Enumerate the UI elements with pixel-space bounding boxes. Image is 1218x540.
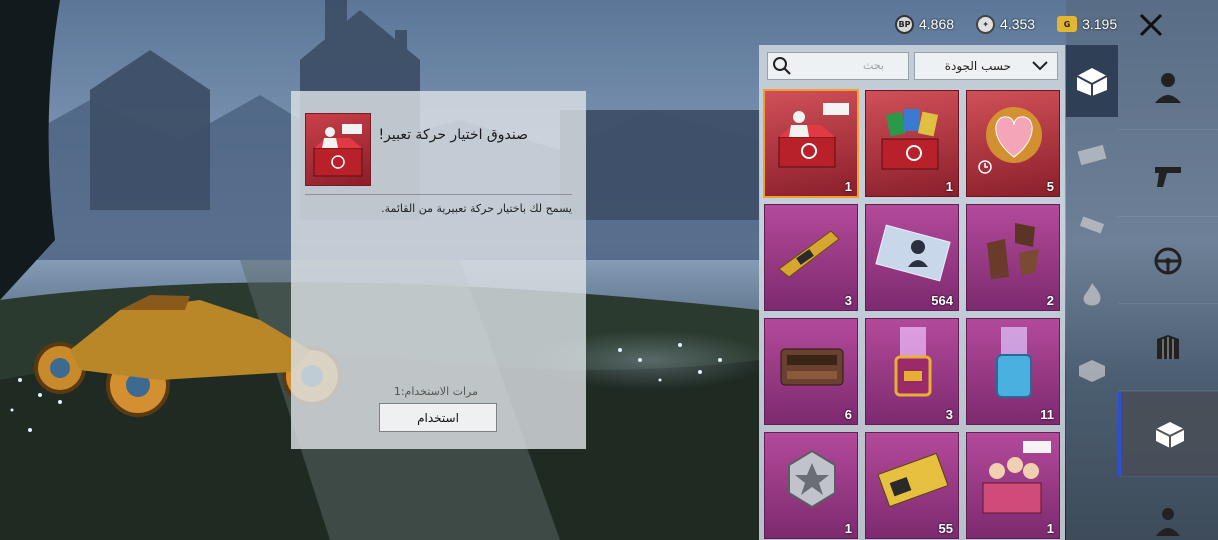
- item-thumbnail: [305, 113, 371, 186]
- close-button[interactable]: [1133, 7, 1169, 43]
- divider: [305, 194, 572, 195]
- item-count: 564: [931, 293, 953, 308]
- box-icon: [1079, 360, 1105, 382]
- item-tile-card-crate[interactable]: 1: [865, 90, 959, 197]
- subcategory-tickets[interactable]: [1066, 130, 1118, 180]
- item-tile-armor-set[interactable]: 2: [966, 204, 1060, 311]
- tab-outfits[interactable]: [1118, 479, 1218, 540]
- item-tile-rename-card[interactable]: 564: [865, 204, 959, 311]
- item-count: 6: [844, 407, 852, 422]
- tab-character[interactable]: [1118, 45, 1218, 130]
- flame-icon: [1083, 283, 1101, 306]
- item-tile-character-crate[interactable]: 1: [966, 432, 1060, 539]
- rename-card-icon: [875, 224, 951, 282]
- tab-inventory[interactable]: [1118, 392, 1218, 477]
- item-grid: 1 1 5 3 564 2 6 3 11 1 55 1: [763, 89, 1060, 539]
- item-description: يسمح لك باختيار حركة تعبيرية من القائمة.: [381, 202, 572, 215]
- heart-emblem-icon: [978, 107, 1042, 174]
- item-count: 3: [844, 293, 852, 308]
- armor-set-icon: [987, 223, 1039, 279]
- item-tile-heart-emblem[interactable]: 5: [966, 90, 1060, 197]
- item-count: 1: [945, 179, 953, 194]
- item-tile-silver-badge[interactable]: 1: [764, 432, 858, 539]
- card-crate-icon: [881, 109, 939, 170]
- outfit-icon: [1156, 508, 1180, 536]
- search-placeholder: بحث: [863, 59, 884, 72]
- gold-gun-icon: [778, 230, 840, 278]
- currency-ag: G 3.195: [1057, 16, 1117, 32]
- category-tabs: [1118, 45, 1218, 540]
- subcategory-boxes[interactable]: [1066, 345, 1118, 395]
- emote-crate-icon: [778, 103, 849, 168]
- search-input[interactable]: بحث: [767, 52, 909, 80]
- subcategory-column: [1066, 45, 1118, 540]
- uses-row: مرات الاستخدام: 1: [394, 385, 478, 398]
- item-count: 5: [1046, 179, 1054, 194]
- silver-fragment-icon: ✦: [976, 14, 996, 34]
- chevron-down-icon: [1032, 61, 1048, 71]
- item-count: 3: [945, 407, 953, 422]
- currency-silver: ✦ 4.353: [976, 14, 1036, 34]
- character-icon: [1155, 73, 1181, 103]
- crate-icon: [1155, 422, 1184, 448]
- item-title: صندوق اختيار حركة تعبير!: [378, 127, 528, 143]
- emote-crate-icon: [313, 124, 363, 177]
- tab-vehicles[interactable]: [1118, 219, 1218, 304]
- item-tile-emote-crate[interactable]: 1: [763, 89, 859, 198]
- item-count: 1: [844, 521, 852, 536]
- tab-weapons[interactable]: [1118, 132, 1218, 217]
- inventory-panel: بحث حسب الجودة 1 1 5 3 564 2 6 3 11 1 55…: [759, 45, 1065, 540]
- item-count: 11: [1040, 407, 1054, 422]
- uses-label: مرات الاستخدام:: [400, 385, 478, 398]
- item-tile-glowing-capsule-purple[interactable]: 3: [865, 318, 959, 425]
- pistol-icon: [1155, 167, 1181, 187]
- silver-badge-icon: [788, 449, 836, 509]
- bp-value: 4.868: [919, 16, 955, 32]
- gold-ticket-icon: [877, 452, 949, 508]
- item-count: 2: [1046, 293, 1054, 308]
- item-detail-panel: صندوق اختيار حركة تعبير! يسمح لك باختيار…: [291, 91, 586, 449]
- item-tile-gold-gun-upgrade[interactable]: 3: [764, 204, 858, 311]
- item-tile-engine-part[interactable]: 6: [764, 318, 858, 425]
- bp-coin-icon: BP: [895, 14, 914, 34]
- engine-icon: [780, 348, 844, 386]
- ag-value: 3.195: [1082, 16, 1118, 32]
- sort-dropdown[interactable]: حسب الجودة: [914, 52, 1058, 80]
- scroll-icon: [1079, 216, 1105, 234]
- tab-backpacks[interactable]: [1118, 306, 1218, 391]
- ticket-icon: [1077, 144, 1107, 166]
- item-count: 1: [844, 179, 852, 194]
- currency-bar: BP 4.868 ✦ 4.353 G 3.195: [895, 12, 1139, 36]
- subcategory-crates[interactable]: [1066, 45, 1118, 117]
- item-tile-gold-ticket[interactable]: 55: [865, 432, 959, 539]
- steering-wheel-icon: [1154, 247, 1182, 275]
- capsule-purple-icon: [894, 327, 932, 397]
- sort-label: حسب الجودة: [944, 59, 1011, 73]
- close-icon: [1139, 13, 1163, 37]
- silver-value: 4.353: [1000, 16, 1036, 32]
- subcategory-scrolls[interactable]: [1066, 200, 1118, 250]
- item-tile-glowing-capsule-blue[interactable]: 11: [966, 318, 1060, 425]
- use-button[interactable]: استخدام: [379, 403, 497, 432]
- armor-icon: [1157, 335, 1179, 359]
- character-crate-icon: [982, 441, 1051, 514]
- ag-currency-icon: G: [1057, 16, 1078, 32]
- item-count: 1: [1046, 521, 1054, 536]
- uses-value: 1: [393, 385, 401, 398]
- capsule-blue-icon: [996, 327, 1032, 398]
- search-icon: [773, 57, 791, 75]
- currency-bp: BP 4.868: [895, 14, 955, 34]
- crates-icon: [1076, 68, 1108, 96]
- item-count: 55: [938, 521, 953, 536]
- subcategory-fire[interactable]: [1066, 270, 1118, 320]
